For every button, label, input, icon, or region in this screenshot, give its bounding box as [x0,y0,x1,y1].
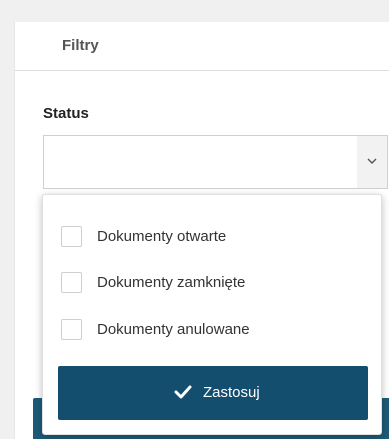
select-arrow-button[interactable] [357,136,387,188]
apply-button[interactable]: Zastosuj [58,366,368,420]
panel-title: Filtry [62,37,99,54]
option-dokumenty-anulowane[interactable]: Dokumenty anulowane [61,319,361,343]
checkbox[interactable] [61,319,82,340]
checkbox[interactable] [61,226,82,247]
chevron-down-icon [367,158,377,164]
option-label: Dokumenty otwarte [97,228,227,245]
status-select[interactable] [43,135,388,189]
apply-button-label: Zastosuj [203,384,260,401]
option-dokumenty-otwarte[interactable]: Dokumenty otwarte [61,226,361,250]
checkbox[interactable] [61,272,82,293]
option-label: Dokumenty anulowane [97,321,250,338]
panel-header: Filtry [15,22,389,71]
check-icon [174,385,192,399]
status-label: Status [43,105,89,122]
status-dropdown: Dokumenty otwarte Dokumenty zamknięte Do… [42,194,382,435]
option-dokumenty-zamkniete[interactable]: Dokumenty zamknięte [61,272,361,296]
page: Filtry Status e Dokumenty otwarte Dokume… [0,0,389,439]
option-label: Dokumenty zamknięte [97,274,246,291]
